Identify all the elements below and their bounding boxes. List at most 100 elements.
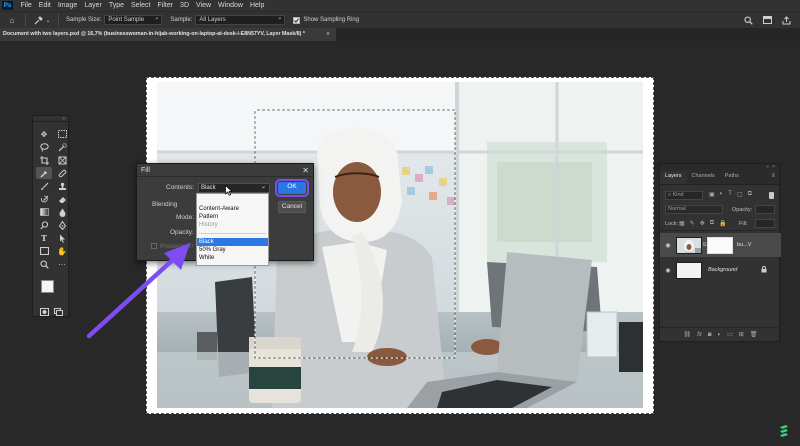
fx-icon[interactable]: fx — [697, 332, 702, 338]
show-sampling-ring-checkbox[interactable] — [293, 16, 301, 24]
layer-name[interactable]: Background — [702, 267, 737, 273]
filter-smart-object-icon[interactable]: ⧉ — [748, 191, 752, 198]
crop-icon[interactable] — [36, 154, 52, 166]
history-brush-icon[interactable] — [36, 193, 52, 205]
more-icon[interactable]: ··· — [54, 258, 70, 270]
menu-window[interactable]: Window — [215, 2, 247, 9]
menu-file[interactable]: File — [17, 2, 35, 9]
fill-input[interactable] — [755, 219, 775, 228]
layer-row[interactable]: ◉ Background — [660, 258, 781, 282]
document-tab-title: Document with two layers.psd @ 16,7% (bu… — [3, 31, 305, 37]
foreground-color-swatch[interactable] — [41, 280, 54, 293]
filter-type-icon[interactable]: T — [728, 191, 732, 198]
path-select-icon[interactable] — [54, 232, 70, 244]
eye-icon[interactable]: ◉ — [660, 267, 676, 274]
gradient-icon[interactable] — [36, 206, 52, 218]
dropdown-item-content-aware[interactable]: Content-Aware — [197, 205, 268, 213]
layer-thumbnail[interactable] — [676, 261, 702, 279]
window-layout-icon[interactable] — [761, 14, 773, 26]
adjustment-icon[interactable]: ◐ — [717, 332, 721, 338]
sample-size-select[interactable]: Point Sample — [104, 14, 163, 25]
dropdown-item-pattern[interactable]: Pattern — [197, 213, 268, 221]
menu-layer[interactable]: Layer — [81, 2, 106, 9]
frame-icon[interactable] — [54, 154, 70, 166]
menu-view[interactable]: View — [193, 2, 215, 9]
layer-mask-thumbnail[interactable] — [707, 236, 733, 254]
menubar: Ps File Edit Image Layer Type Select Fil… — [0, 0, 800, 11]
healing-icon[interactable] — [54, 167, 70, 179]
marquee-icon[interactable] — [54, 128, 70, 140]
dropdown-item-black[interactable]: Black — [197, 238, 268, 246]
tab-paths[interactable]: Paths — [720, 171, 744, 184]
tool-grid: ✥ T ✋ ··· — [33, 122, 68, 270]
lock-image-icon[interactable]: ✎ — [690, 220, 695, 227]
screen-mode-icon[interactable] — [53, 306, 63, 318]
layer-name[interactable]: bu...V — [733, 242, 751, 248]
layer-row[interactable]: ◉ ⧉ bu...V — [660, 233, 781, 257]
type-icon[interactable]: T — [36, 232, 52, 244]
pen-icon[interactable] — [54, 219, 70, 231]
filter-toggle[interactable] — [769, 192, 774, 199]
eyedropper-icon[interactable] — [36, 167, 52, 179]
zoom-icon[interactable] — [36, 258, 52, 270]
filter-shape-icon[interactable]: ▢ — [737, 191, 743, 198]
eyedropper-icon[interactable] — [33, 14, 45, 26]
photoshop-logo-icon[interactable]: Ps — [2, 1, 13, 10]
divider — [58, 14, 59, 26]
search-icon[interactable] — [742, 14, 754, 26]
rectangle-icon[interactable] — [36, 245, 52, 257]
lock-transparent-icon[interactable]: ▦ — [679, 220, 685, 227]
group-icon[interactable]: ▭ — [727, 331, 733, 338]
menu-type[interactable]: Type — [105, 2, 127, 9]
chevron-down-icon[interactable]: ⌄ — [45, 14, 51, 26]
menu-select[interactable]: Select — [128, 2, 154, 9]
layers-panel-tabs: Layers Channels Paths ≡ — [660, 170, 779, 185]
quick-select-icon[interactable] — [54, 141, 70, 153]
trash-icon[interactable]: 🗑 — [750, 331, 758, 338]
layer-filter-kind[interactable]: ⌕ Kind — [665, 191, 703, 200]
menu-filter[interactable]: Filter — [154, 2, 177, 9]
lock-artboard-icon[interactable]: ⧉ — [710, 220, 714, 227]
filter-adjustment-icon[interactable]: ◐ — [720, 191, 724, 198]
sample-select[interactable]: All Layers — [195, 14, 286, 25]
eraser-icon[interactable] — [54, 193, 70, 205]
link-icon[interactable]: ⛓ — [684, 331, 692, 338]
mask-icon[interactable]: ◙ — [708, 332, 712, 338]
tools-panel: « ✥ T ✋ ··· — [32, 115, 69, 317]
hand-icon[interactable]: ✋ — [54, 245, 70, 257]
share-icon[interactable] — [780, 14, 792, 26]
layer-filter-icons: ▣ ◐ T ▢ ⧉ — [709, 191, 752, 198]
layer-thumbnail[interactable] — [676, 236, 702, 254]
lasso-icon[interactable] — [36, 141, 52, 153]
dropdown-item-white[interactable]: White — [197, 254, 268, 262]
contents-select[interactable]: Black ⌄ — [198, 183, 270, 193]
fill-dialog-titlebar[interactable]: Fill ✕ — [137, 164, 313, 177]
brush-icon[interactable] — [36, 180, 52, 192]
tab-channels[interactable]: Channels — [687, 171, 720, 184]
home-icon[interactable]: ⌂ — [6, 14, 18, 26]
quick-mask-icon[interactable] — [39, 306, 49, 318]
dodge-icon[interactable] — [36, 219, 52, 231]
clone-stamp-icon[interactable] — [54, 180, 70, 192]
close-tab-icon[interactable]: × — [326, 28, 330, 41]
menu-image[interactable]: Image — [54, 2, 80, 9]
menu-help[interactable]: Help — [246, 2, 267, 9]
filter-pixel-icon[interactable]: ▣ — [709, 191, 715, 198]
move-icon[interactable]: ✥ — [36, 128, 52, 140]
panel-menu-icon[interactable]: ≡ — [771, 173, 775, 179]
lock-position-icon[interactable]: ✥ — [700, 220, 705, 227]
menu-edit[interactable]: Edit — [35, 2, 54, 9]
close-icon[interactable]: ✕ — [302, 166, 309, 175]
eye-icon[interactable]: ◉ — [660, 242, 676, 249]
menu-3d[interactable]: 3D — [177, 2, 193, 9]
opacity-input[interactable] — [755, 205, 775, 214]
cancel-button[interactable]: Cancel — [278, 201, 306, 213]
document-tab[interactable]: Document with two layers.psd @ 16,7% (bu… — [0, 28, 336, 41]
new-layer-icon[interactable]: ⊞ — [739, 331, 744, 338]
ok-button[interactable]: OK — [275, 179, 309, 197]
tab-layers[interactable]: Layers — [660, 171, 687, 184]
lock-all-icon[interactable]: 🔒 — [719, 220, 726, 227]
dropdown-item-50-gray[interactable]: 50% Gray — [197, 246, 268, 254]
blur-icon[interactable] — [54, 206, 70, 218]
blend-mode-select[interactable]: Normal — [665, 205, 723, 214]
